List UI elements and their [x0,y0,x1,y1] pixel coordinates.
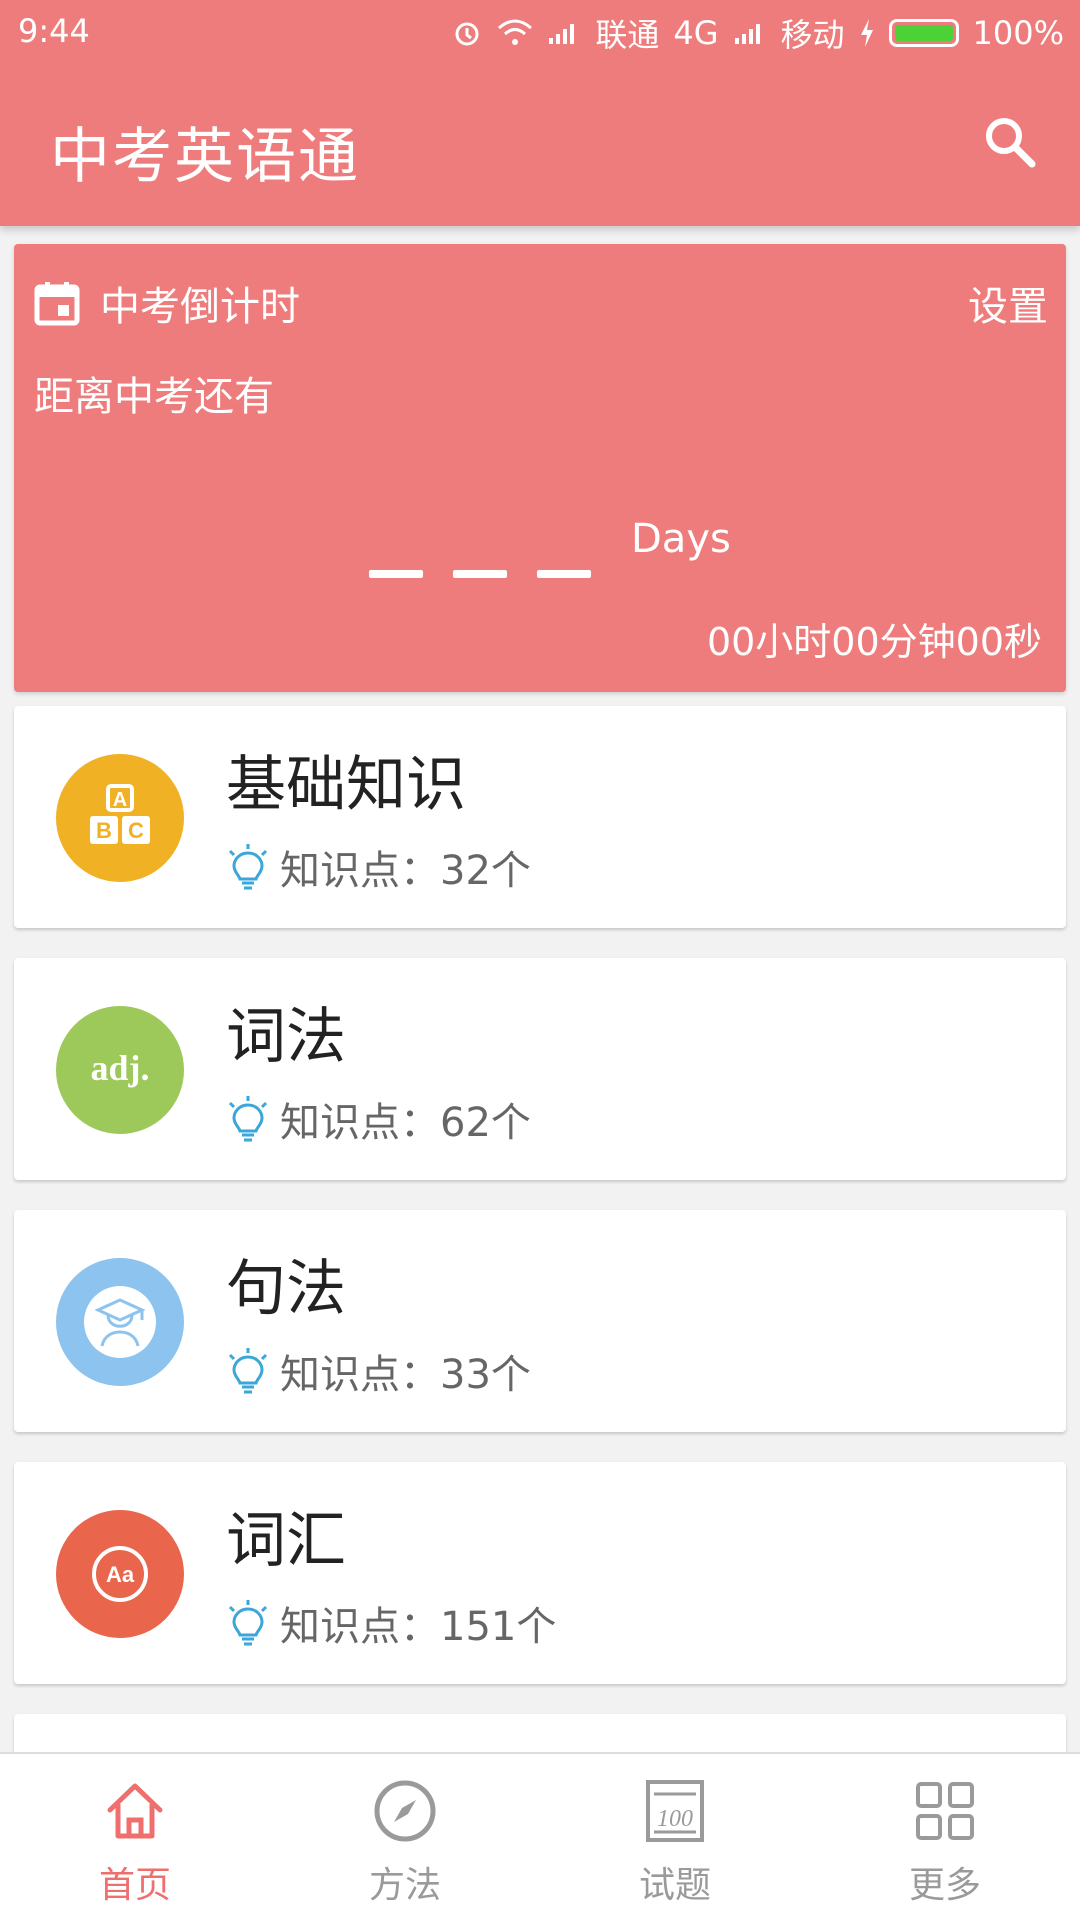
countdown-settings-button[interactable]: 设置 [968,274,1048,332]
card-title: 词法 [226,1002,346,1072]
search-icon [986,118,1036,168]
wifi-icon [497,18,533,48]
abc-blocks-icon: A B C [56,754,184,882]
nav-method-label: 方法 [368,1865,441,1906]
nav-more[interactable]: 更多 [810,1754,1080,1920]
svg-text:Aa: Aa [106,1562,135,1587]
compass-icon [374,1780,436,1842]
calendar-icon [34,282,80,326]
signal-icon [547,20,581,46]
adj-icon: adj. [56,1006,184,1134]
card-title: 词汇 [226,1506,346,1576]
carrier1-label: 联通 [595,16,660,54]
days-digit-placeholder [537,570,591,578]
nav-home[interactable]: 首页 [0,1754,270,1920]
top-app-bar: 9:44 联通 4G 移动 100% 中考英语通 [0,0,1080,226]
days-counter: Days [369,504,769,624]
nav-more-label: 更多 [908,1865,981,1906]
countdown-header: 中考倒计时 [34,274,300,332]
knowledge-count: 知识点：32个 [280,848,531,894]
countdown-time: 00小时00分钟00秒 [706,620,1042,664]
knowledge-count: 知识点：151个 [280,1604,557,1650]
svg-text:adj.: adj. [90,1048,149,1088]
countdown-subtitle: 距离中考还有 [34,374,274,420]
home-icon [107,1783,163,1839]
carrier2-label: 移动 [780,16,845,54]
category-card-vocabulary[interactable]: Aa 词汇 知识点：151个 [14,1462,1066,1684]
svg-text:B: B [96,818,112,843]
countdown-card: 中考倒计时 设置 距离中考还有 Days 00小时00分钟00秒 [14,244,1066,692]
aa-icon: Aa [56,1510,184,1638]
card-meta: 知识点：62个 [226,1090,531,1148]
card-meta: 知识点：151个 [226,1594,556,1652]
app-title: 中考英语通 [50,122,360,192]
days-label: Days [631,516,731,562]
days-digit-placeholder [453,570,507,578]
alarm-icon [451,17,483,49]
battery-label: 100% [972,14,1064,52]
lightbulb-icon [228,1096,268,1142]
knowledge-count: 知识点：62个 [280,1100,531,1146]
search-button[interactable] [980,112,1040,172]
lightbulb-icon [228,1348,268,1394]
countdown-title: 中考倒计时 [100,284,300,330]
lightbulb-icon [228,844,268,890]
card-meta: 知识点：32个 [226,838,531,896]
nav-exam-label: 试题 [638,1865,711,1906]
network-label: 4G [673,14,719,52]
knowledge-count: 知识点：33个 [280,1352,531,1398]
category-card-morphology[interactable]: adj. 词法 知识点：62个 [14,958,1066,1180]
lightbulb-icon [228,1600,268,1646]
nav-exam[interactable]: 100 试题 [540,1754,810,1920]
days-digit-placeholder [369,570,423,578]
nav-home-label: 首页 [98,1865,171,1906]
category-card-basics[interactable]: A B C 基础知识 知识点：32个 [14,706,1066,928]
bottom-navigation: 首页 方法 100 试题 更多 [0,1752,1080,1920]
svg-text:A: A [113,789,127,811]
signal-icon [733,20,767,46]
svg-text:100: 100 [657,1806,693,1832]
card-title: 句法 [226,1254,346,1324]
card-title: 基础知识 [226,750,466,820]
charging-icon [859,19,875,47]
card-meta: 知识点：33个 [226,1342,531,1400]
category-card-syntax[interactable]: 句法 知识点：33个 [14,1210,1066,1432]
status-right: 联通 4G 移动 100% [451,10,1064,56]
status-bar: 9:44 联通 4G 移动 100% [0,0,1080,62]
battery-icon [888,19,959,47]
grid-icon [916,1782,974,1840]
status-time: 9:44 [18,12,90,50]
exam-icon: 100 [646,1780,704,1842]
svg-text:C: C [128,818,144,843]
nav-method[interactable]: 方法 [270,1754,540,1920]
graduate-icon [56,1258,184,1386]
